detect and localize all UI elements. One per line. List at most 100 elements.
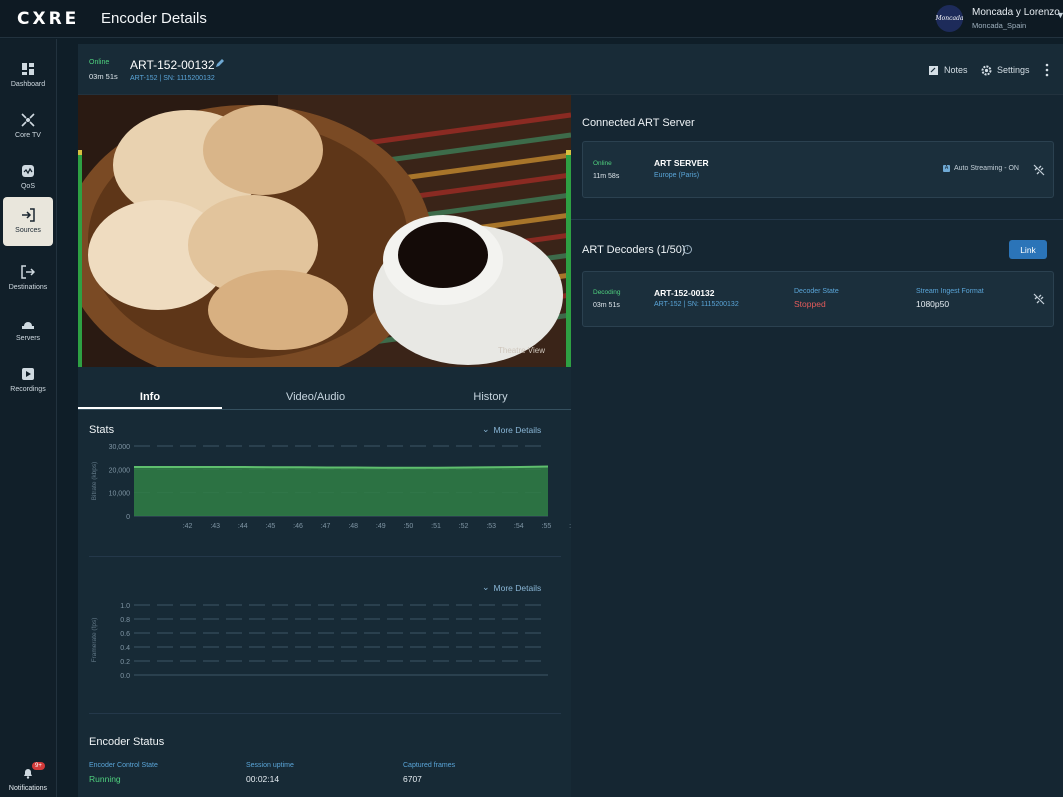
info-icon[interactable]: i — [683, 245, 692, 254]
encoder-name: ART-152-00132 — [130, 58, 215, 72]
y-axis-label: Framerate (fps) — [91, 618, 98, 663]
bitrate-line — [134, 465, 549, 469]
x-tick-label: :47 — [321, 523, 331, 530]
main-content: Online 03m 51s ART-152-00132 ART-152 | S… — [78, 44, 1063, 797]
ingest-format-value: 1080p50 — [916, 299, 950, 309]
decoder-name: ART-152-00132 — [654, 288, 715, 298]
x-tick-label: :54 — [514, 523, 524, 530]
sidebar-item-label: Destinations — [8, 284, 48, 291]
video-watermark: Theatre View — [498, 346, 545, 355]
qos-icon — [22, 165, 34, 177]
settings-button[interactable]: Settings — [981, 63, 1030, 77]
y-tick-label: 0 — [126, 514, 130, 521]
control-state-value: Running — [89, 774, 121, 784]
bitrate-area — [134, 466, 548, 516]
auto-streaming-status: A Auto Streaming - ON — [943, 165, 1019, 172]
sidebar-item-dashboard[interactable]: Dashboard — [3, 51, 53, 100]
divider — [89, 556, 561, 557]
sidebar-item-label: Notifications — [8, 785, 48, 792]
captured-frames-label: Captured frames — [403, 762, 456, 769]
bitrate-chart: 0 10,000 20,000 30,000 Bitrate (kbps):42:43:… — [91, 444, 571, 530]
dashboard-icon — [22, 63, 34, 75]
settings-label: Settings — [997, 65, 1030, 75]
streaming-icon: A — [943, 165, 950, 172]
chevron-down-icon[interactable]: ▼ — [1056, 10, 1063, 20]
sources-icon — [22, 208, 35, 222]
x-tick-label: :52 — [459, 523, 469, 530]
more-details-button[interactable]: ⌄ More Details — [482, 582, 541, 593]
video-preview[interactable]: Theatre View — [78, 95, 571, 367]
server-card[interactable]: Online 11m 58s ART SERVER Europe (Paris)… — [582, 141, 1054, 198]
encoder-subtitle: ART-152 | SN: 1115200132 — [130, 75, 215, 82]
tab-history[interactable]: History — [418, 391, 563, 403]
uptime: 11m 58s — [593, 173, 620, 180]
sidebar-item-label: Dashboard — [10, 81, 46, 88]
x-tick-label: :46 — [293, 523, 303, 530]
sidebar-item-label: QoS — [20, 183, 35, 190]
servers-icon — [22, 322, 34, 329]
sidebar: Dashboard Core TV QoS Sources Destinatio… — [0, 39, 57, 797]
y-tick-label: 1.0 — [120, 603, 130, 610]
x-tick-label: :44 — [238, 523, 248, 530]
decoders-title: ART Decoders (1/50) — [582, 244, 686, 256]
x-tick-label: :55 — [542, 523, 552, 530]
x-tick-label: :42 — [183, 523, 193, 530]
sidebar-item-core-tv[interactable]: Core TV — [3, 102, 53, 151]
tab-bar: Info Video/Audio History — [78, 384, 571, 410]
notes-button[interactable]: Notes — [928, 63, 968, 77]
recordings-icon — [22, 368, 34, 380]
link-button[interactable]: Link — [1009, 240, 1047, 259]
sidebar-item-sources[interactable]: Sources — [3, 197, 53, 246]
encoder-status-title: Encoder Status — [89, 736, 165, 748]
tab-video-audio[interactable]: Video/Audio — [243, 391, 388, 403]
server-location: Europe (Paris) — [654, 172, 700, 179]
captured-frames-value: 6707 — [403, 774, 422, 784]
y-tick-label: 0.0 — [120, 673, 130, 680]
sidebar-item-destinations[interactable]: Destinations — [3, 254, 53, 303]
uptime: 03m 51s — [89, 72, 118, 81]
notifications-button[interactable]: 9+ Notifications — [3, 761, 53, 797]
x-tick-label: :43 — [210, 523, 220, 530]
x-tick-label: :49 — [376, 523, 386, 530]
video-frame — [78, 95, 571, 367]
status-badge: Decoding — [593, 289, 621, 296]
top-bar: CXRE Encoder Details Moncada Moncada y L… — [0, 0, 1063, 38]
avatar[interactable]: Moncada — [936, 5, 964, 32]
unlink-icon[interactable] — [1033, 164, 1045, 176]
sidebar-item-label: Core TV — [15, 132, 41, 139]
app-logo[interactable]: CXRE — [17, 9, 79, 29]
user-account: Moncada_Spain — [972, 21, 1027, 30]
notes-icon — [929, 65, 938, 75]
decoder-card[interactable]: Decoding 03m 51s ART-152-00132 ART-152 |… — [582, 271, 1054, 327]
user-name[interactable]: Moncada y Lorenzo — [972, 7, 1060, 18]
status-badge: Online — [89, 59, 110, 66]
tab-info[interactable]: Info — [78, 391, 222, 403]
y-tick-label: 0.2 — [120, 659, 130, 666]
ingest-format-label: Stream Ingest Format — [916, 288, 984, 295]
y-tick-label: 0.4 — [120, 645, 130, 652]
sidebar-item-label: Servers — [15, 335, 41, 342]
divider — [571, 219, 1063, 220]
more-details-button[interactable]: ⌄ More Details — [482, 424, 541, 435]
gear-icon — [981, 65, 992, 75]
more-details-label: More Details — [493, 582, 542, 593]
decoder-state-value: Stopped — [794, 299, 826, 309]
edit-pencil-icon[interactable] — [214, 58, 224, 69]
sidebar-item-recordings[interactable]: Recordings — [3, 356, 53, 405]
sidebar-item-servers[interactable]: Servers — [3, 305, 53, 354]
x-tick-label: :50 — [404, 523, 414, 530]
x-tick-label: :51 — [431, 523, 441, 530]
x-tick-label: :53 — [486, 523, 496, 530]
uptime: 03m 51s — [593, 302, 620, 309]
unlink-icon[interactable] — [1033, 293, 1045, 305]
streaming-label: Auto Streaming - ON — [954, 165, 1019, 172]
right-panel: Connected ART Server Online 11m 58s ART … — [571, 95, 1063, 797]
session-uptime-value: 00:02:14 — [246, 774, 280, 784]
decoder-subtitle: ART-152 | SN: 1115200132 — [654, 301, 739, 308]
sidebar-item-qos[interactable]: QoS — [3, 153, 53, 202]
stats-title: Stats — [89, 424, 115, 436]
y-tick-label: 30,000 — [109, 444, 131, 451]
more-vertical-icon[interactable] — [1044, 62, 1050, 78]
encoder-header: Online 03m 51s ART-152-00132 ART-152 | S… — [78, 44, 1063, 95]
connected-server-title: Connected ART Server — [582, 117, 695, 129]
